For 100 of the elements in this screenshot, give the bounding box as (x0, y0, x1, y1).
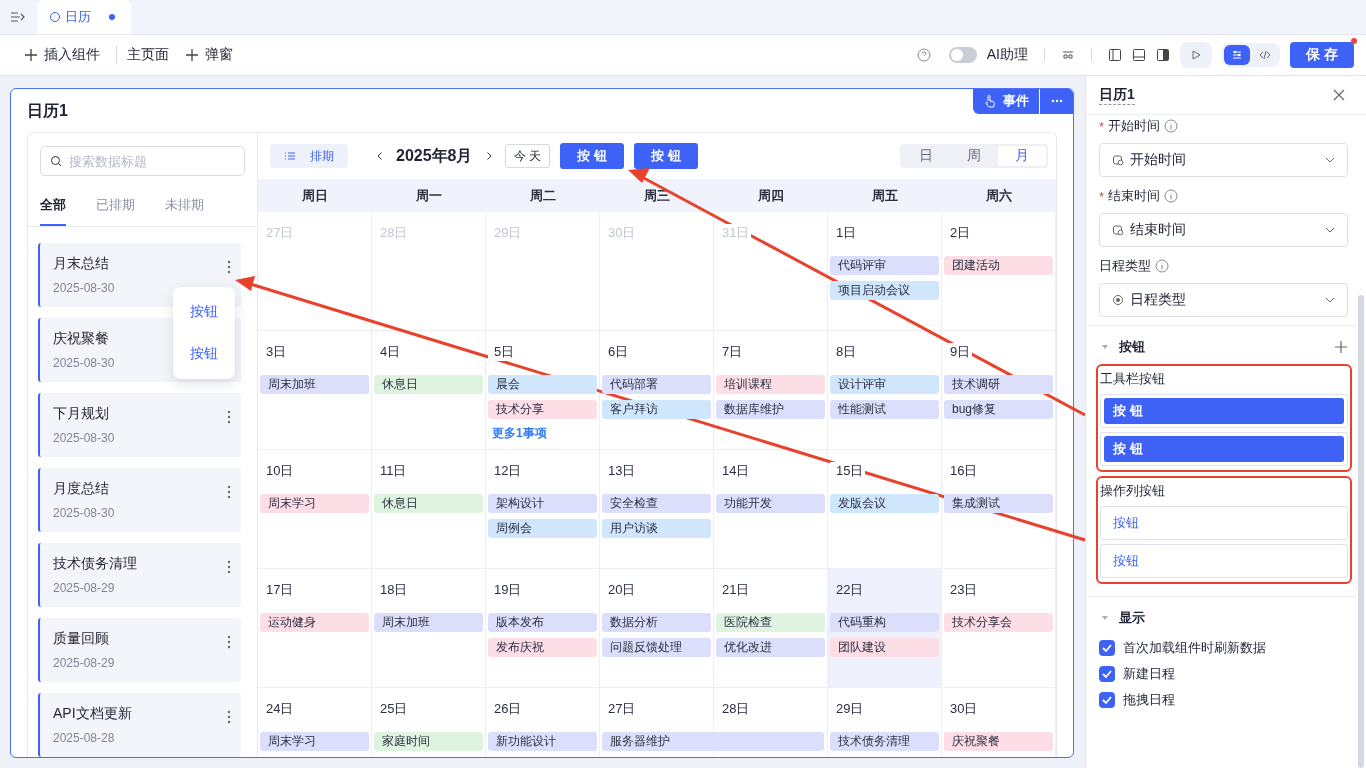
field-select[interactable]: 日程类型 (1099, 283, 1348, 317)
calendar-event[interactable]: 服务器维护 (602, 732, 824, 751)
field-label: 开始时间 (1108, 117, 1161, 135)
field-select[interactable]: 结束时间 (1099, 213, 1348, 247)
search-field[interactable]: 搜索数据标题 (40, 146, 245, 176)
calendar-event[interactable]: 发版会议 (830, 494, 939, 513)
item-title: 月末总结 (53, 255, 110, 273)
schedule-item[interactable]: 质量回顾 2025-08-29 (38, 618, 241, 682)
field-select[interactable]: 开始时间 (1099, 143, 1348, 177)
calendar-event[interactable]: 代码部署 (602, 375, 711, 394)
calendar-event[interactable]: 架构设计 (488, 494, 597, 513)
view-tab[interactable]: 日 (902, 146, 950, 166)
page-tab[interactable]: 日历 (37, 0, 131, 34)
toolbar-button[interactable]: 主页面 (116, 46, 175, 64)
calendar-event[interactable]: 新功能设计 (488, 732, 597, 751)
info-icon[interactable] (1164, 189, 1179, 203)
collapse-icon[interactable] (9, 9, 25, 25)
left-panel-icon[interactable] (1108, 48, 1122, 62)
checkbox[interactable] (1099, 666, 1115, 682)
calendar-event[interactable]: 周例会 (488, 519, 597, 538)
schedule-item[interactable]: API文档更新 2025-08-28 (38, 693, 241, 757)
item-title: API文档更新 (53, 705, 133, 723)
schedule-item[interactable]: 下月规划 2025-08-30 (38, 393, 241, 457)
checkbox[interactable] (1099, 692, 1115, 708)
add-icon[interactable] (1334, 340, 1348, 354)
close-icon[interactable] (1332, 88, 1346, 102)
info-icon[interactable] (1164, 119, 1179, 133)
calendar-event[interactable]: 技术分享 (488, 400, 597, 419)
schedule-item[interactable]: 月度总结 2025-08-30 (38, 468, 241, 532)
layout-icon[interactable] (1061, 48, 1075, 62)
view-tab[interactable]: 月 (998, 146, 1046, 166)
calendar-event[interactable]: 性能测试 (830, 400, 939, 419)
calendar-event[interactable]: 休息日 (374, 375, 483, 394)
calendar-event[interactable]: 技术债务清理 (830, 732, 939, 751)
calendar-event[interactable]: 设计评审 (830, 375, 939, 394)
toolbar-button[interactable]: 按 钮 (633, 143, 698, 169)
more-icon[interactable] (227, 410, 231, 424)
help-icon[interactable] (916, 48, 931, 62)
calendar-event[interactable]: 代码评审 (830, 256, 939, 275)
calendar-event[interactable]: 技术调研 (944, 375, 1053, 394)
schedule-item[interactable]: 技术债务清理 2025-08-29 (38, 543, 241, 607)
scrollbar[interactable] (1358, 295, 1364, 768)
calendar-event[interactable]: bug修复 (944, 400, 1053, 419)
more-icon[interactable] (227, 635, 231, 649)
toolbar-button[interactable]: 按 钮 (1104, 398, 1344, 424)
calendar-event[interactable]: 团建活动 (944, 256, 1053, 275)
item-title: 庆祝聚餐 (53, 330, 110, 348)
calendar-clock-icon (1112, 154, 1124, 166)
settings-mode-button[interactable] (1224, 45, 1250, 65)
ai-toggle[interactable] (948, 47, 977, 63)
more-events-link[interactable]: 更多1事项 (488, 425, 547, 442)
calendar-event[interactable]: 安全检查 (602, 494, 711, 513)
more-icon[interactable] (227, 710, 231, 724)
menu-item[interactable]: 按钮 (173, 333, 235, 375)
event-button[interactable]: 事件 (973, 89, 1039, 114)
action-button[interactable]: 按钮 (1100, 544, 1348, 578)
calendar-event[interactable]: 周末学习 (260, 494, 369, 513)
calendar-event[interactable]: 家庭时间 (374, 732, 483, 751)
calendar-event[interactable]: 技术分享会 (944, 613, 1053, 632)
view-tab[interactable]: 周 (950, 146, 998, 166)
calendar-event[interactable]: 项目启动会议 (830, 281, 939, 300)
info-icon[interactable] (1155, 259, 1169, 273)
calendar-event[interactable]: 问题反馈处理 (602, 638, 711, 657)
calendar-event[interactable]: 数据库维护 (716, 400, 825, 419)
calendar-event[interactable]: 发布庆祝 (488, 638, 597, 657)
toolbar-button[interactable]: 插入组件 (24, 46, 106, 64)
calendar-event[interactable]: 版本发布 (488, 613, 597, 632)
more-icon[interactable] (227, 485, 231, 499)
calendar-event[interactable]: 周末加班 (374, 613, 483, 632)
calendar-event[interactable]: 休息日 (374, 494, 483, 513)
toolbar-button[interactable]: 按 钮 (1104, 436, 1344, 462)
right-panel-icon[interactable] (1156, 48, 1170, 62)
calendar-event[interactable]: 优化改进 (716, 638, 825, 657)
today-button[interactable]: 今 天 (504, 144, 550, 168)
more-icon[interactable] (227, 260, 231, 274)
calendar-event[interactable]: 晨会 (488, 375, 597, 394)
calendar-event[interactable]: 功能开发 (716, 494, 825, 513)
calendar-event[interactable]: 数据分析 (602, 613, 711, 632)
calendar-event[interactable]: 团队建设 (830, 638, 939, 657)
toolbar-button[interactable]: 弹窗 (185, 46, 239, 64)
calendar-event[interactable]: 代码重构 (830, 613, 939, 632)
calendar-event[interactable]: 培训课程 (716, 375, 825, 394)
calendar-event[interactable]: 庆祝聚餐 (944, 732, 1053, 751)
bottom-panel-icon[interactable] (1132, 48, 1146, 62)
filter-tab[interactable]: 全部 (40, 186, 66, 226)
schedule-button[interactable]: 排期 (270, 144, 348, 168)
section-title[interactable]: 显示 (1119, 609, 1348, 627)
calendar-event[interactable]: 用户访谈 (602, 519, 711, 538)
checkbox[interactable] (1099, 640, 1115, 656)
calendar-event[interactable]: 集成测试 (944, 494, 1053, 513)
calendar-event[interactable]: 医院检查 (716, 613, 825, 632)
save-button[interactable]: 保 存 (1290, 42, 1354, 68)
more-icon[interactable] (227, 560, 231, 574)
section-title[interactable]: 按钮 (1119, 338, 1324, 356)
calendar-event[interactable]: 运动健身 (260, 613, 369, 632)
calendar-event[interactable]: 周末学习 (260, 732, 369, 751)
calendar-event[interactable]: 周末加班 (260, 375, 369, 394)
action-button[interactable]: 按钮 (1100, 506, 1348, 540)
toolbar-button[interactable]: 按 钮 (559, 143, 624, 169)
calendar-event[interactable]: 客户拜访 (602, 400, 711, 419)
